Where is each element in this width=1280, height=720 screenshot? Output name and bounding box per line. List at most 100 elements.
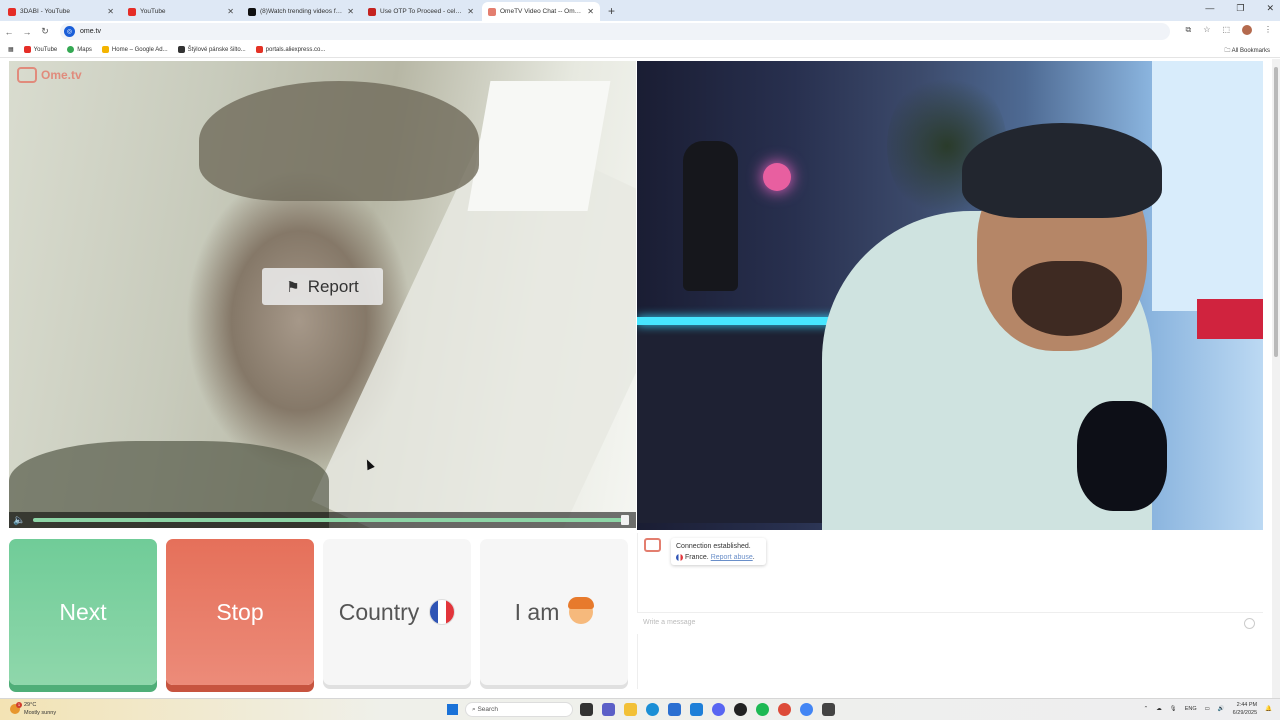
video-background bbox=[199, 81, 479, 201]
bookmark-item[interactable]: YouTube bbox=[23, 46, 57, 53]
bookmarks-bar: ▦ YouTube Maps Home – Google Ad... Štýlo… bbox=[0, 42, 1280, 58]
task-view-icon[interactable] bbox=[580, 703, 593, 716]
video-background bbox=[763, 163, 791, 191]
back-icon[interactable]: ← bbox=[0, 27, 18, 37]
mic-icon[interactable]: 🎙 bbox=[1170, 706, 1177, 712]
notifications-icon[interactable]: 🔔 bbox=[1265, 706, 1272, 712]
video-background bbox=[962, 123, 1162, 218]
partner-video[interactable]: Ome.tv ⚑ Report 🔈 bbox=[9, 61, 636, 528]
volume-control: 🔈 bbox=[9, 512, 636, 528]
store-icon[interactable] bbox=[668, 703, 681, 716]
browser-toolbar-right: ⧉ ☆ ⬚ ⋮ bbox=[1186, 25, 1272, 35]
bookmark-item[interactable]: Home – Google Ad... bbox=[101, 46, 168, 53]
report-abuse-link[interactable]: Report abuse bbox=[711, 554, 753, 561]
video-background bbox=[683, 141, 738, 291]
extensions-icon[interactable]: ⬚ bbox=[1222, 25, 1230, 35]
new-tab-icon[interactable]: + bbox=[608, 4, 615, 18]
bookmark-item[interactable]: portals.aliexpress.co... bbox=[255, 46, 325, 53]
all-bookmarks-button[interactable]: 🗀 All Bookmarks bbox=[1224, 46, 1270, 56]
weather-text: 29°C Mostly sunny bbox=[24, 701, 56, 717]
photos-icon[interactable] bbox=[690, 703, 703, 716]
network-icon[interactable]: ▭ bbox=[1205, 706, 1210, 712]
ometv-chat-logo-icon bbox=[644, 538, 661, 552]
site-info-icon[interactable]: ◎ bbox=[64, 26, 75, 37]
forward-icon[interactable]: → bbox=[18, 27, 36, 37]
minimize-icon[interactable]: — bbox=[1205, 3, 1214, 14]
chat-country: France. bbox=[685, 554, 709, 561]
windows-start-icon[interactable] bbox=[447, 704, 458, 715]
chat-panel: Connection established. France. Report a… bbox=[637, 533, 1263, 689]
chrome-profile-icon[interactable] bbox=[800, 703, 813, 716]
emoji-icon[interactable] bbox=[1244, 618, 1255, 629]
i-am-button[interactable]: I am bbox=[480, 539, 628, 685]
volume-slider-handle[interactable] bbox=[621, 515, 629, 525]
country-line: France. Report abuse. bbox=[676, 552, 761, 563]
browser-tab-active[interactable]: OmeTV Video Chat -- Ome... ✕ bbox=[482, 2, 600, 21]
reload-icon[interactable]: ↻ bbox=[36, 26, 54, 37]
chevron-up-icon[interactable]: ⌃ bbox=[1144, 706, 1149, 712]
chrome-icon[interactable] bbox=[778, 703, 791, 716]
spotify-icon[interactable] bbox=[756, 703, 769, 716]
windows-taskbar: 1 29°C Mostly sunny ⌕ Search ⌃ ☁ 🎙 ENG ▭… bbox=[0, 698, 1280, 720]
system-message: Connection established. France. Report a… bbox=[671, 538, 766, 565]
browser-tab[interactable]: Use OTP To Proceed - celtisan... ✕ bbox=[362, 2, 480, 21]
address-bar-row: ← → ↻ ◎ ome.tv bbox=[0, 21, 1280, 42]
maximize-icon[interactable]: ❐ bbox=[1236, 3, 1244, 14]
teams-icon[interactable] bbox=[602, 703, 615, 716]
tab-title: Use OTP To Proceed - celtisan... bbox=[380, 8, 463, 15]
next-button[interactable]: Next bbox=[9, 539, 157, 685]
tab-title: 3DABI - YouTube bbox=[20, 8, 70, 15]
temperature: 29°C bbox=[24, 702, 37, 708]
speaker-icon[interactable]: 🔈 bbox=[13, 515, 29, 526]
file-explorer-icon[interactable] bbox=[624, 703, 637, 716]
browser-tab[interactable]: (8)Watch trending videos for y... ✕ bbox=[242, 2, 360, 21]
volume-icon[interactable]: 🔊 bbox=[1218, 706, 1225, 712]
browser-tab[interactable]: YouTube ✕ bbox=[122, 2, 240, 21]
video-background bbox=[1152, 61, 1263, 311]
messenger-icon[interactable] bbox=[712, 703, 725, 716]
bookmark-item[interactable]: Maps bbox=[67, 46, 92, 53]
edge-icon[interactable] bbox=[646, 703, 659, 716]
close-tab-icon[interactable]: ✕ bbox=[467, 7, 474, 16]
bookmark-star-icon[interactable]: ☆ bbox=[1203, 25, 1210, 35]
clock[interactable]: 2:44 PM 6/29/2025 bbox=[1233, 701, 1257, 717]
app-icon[interactable] bbox=[822, 703, 835, 716]
country-button[interactable]: Country bbox=[323, 539, 471, 685]
page-scrollbar[interactable] bbox=[1272, 59, 1280, 699]
youtube-icon bbox=[8, 7, 16, 16]
url-input[interactable]: ◎ ome.tv bbox=[60, 23, 1170, 40]
taskbar-search-input[interactable]: ⌕ Search bbox=[465, 702, 573, 717]
menu-icon[interactable]: ⋮ bbox=[1264, 25, 1272, 35]
self-video bbox=[637, 61, 1263, 530]
report-button[interactable]: ⚑ Report bbox=[262, 268, 383, 305]
close-tab-icon[interactable]: ✕ bbox=[347, 7, 354, 16]
browser-tab[interactable]: 3DABI - YouTube ✕ bbox=[2, 2, 120, 21]
clock-date: 6/29/2025 bbox=[1232, 710, 1258, 716]
scrollbar-thumb[interactable] bbox=[1274, 67, 1278, 357]
install-app-icon[interactable]: ⧉ bbox=[1186, 25, 1192, 35]
weather-widget[interactable]: 1 29°C Mostly sunny bbox=[10, 701, 56, 717]
video-background bbox=[637, 317, 847, 325]
language-indicator[interactable]: ENG bbox=[1185, 706, 1197, 712]
volume-slider[interactable] bbox=[33, 518, 627, 522]
boy-emoji-icon bbox=[568, 597, 595, 624]
close-tab-icon[interactable]: ✕ bbox=[107, 7, 114, 16]
close-window-icon[interactable]: ✕ bbox=[1266, 3, 1274, 14]
profile-avatar[interactable] bbox=[1242, 25, 1252, 35]
obs-icon[interactable] bbox=[734, 703, 747, 716]
tab-title: (8)Watch trending videos for y... bbox=[260, 8, 344, 15]
window-controls: — ❐ ✕ bbox=[1205, 3, 1274, 14]
ometv-icon bbox=[488, 7, 496, 16]
stop-button[interactable]: Stop bbox=[166, 539, 314, 685]
cloud-icon[interactable]: ☁ bbox=[1156, 706, 1162, 712]
weather-condition: Mostly sunny bbox=[24, 710, 57, 716]
close-tab-icon[interactable]: ✕ bbox=[587, 7, 594, 16]
browser-tab-strip: 3DABI - YouTube ✕ YouTube ✕ (8)Watch tre… bbox=[0, 0, 1280, 21]
bookmark-item[interactable]: Štýlové pánske šiltо... bbox=[177, 46, 246, 53]
star-icon bbox=[177, 46, 185, 53]
message-input[interactable]: Write a message bbox=[637, 612, 1263, 634]
url-text: ome.tv bbox=[80, 28, 102, 35]
close-tab-icon[interactable]: ✕ bbox=[227, 7, 234, 16]
apps-icon[interactable]: ▦ bbox=[8, 46, 14, 53]
tab-title: YouTube bbox=[140, 8, 166, 15]
